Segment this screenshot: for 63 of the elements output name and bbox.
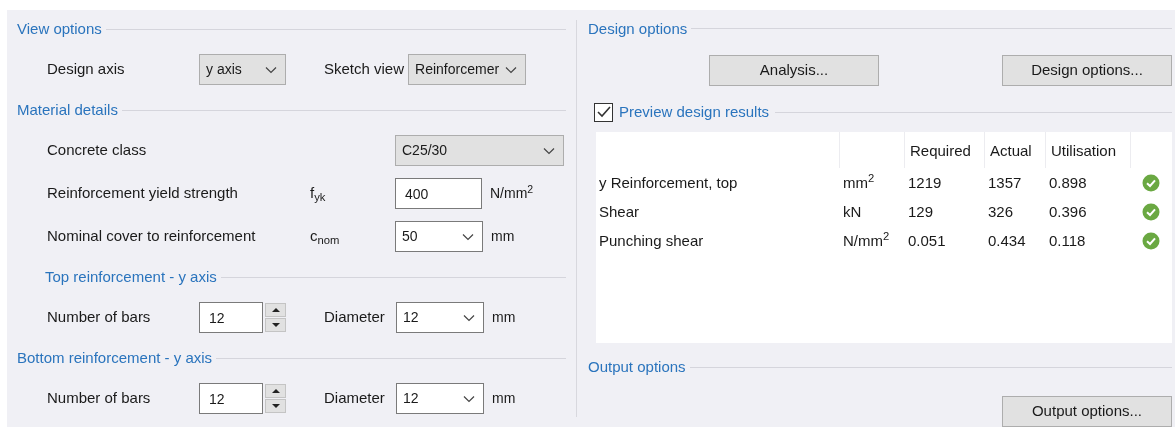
action-button[interactable]: Design options... xyxy=(1002,54,1172,86)
table-cell-text: Punching shear xyxy=(598,230,705,251)
column-header: Actual xyxy=(990,140,1032,161)
dropdown[interactable]: Reinforcemer xyxy=(408,54,527,85)
column-header: Required xyxy=(910,140,971,161)
field-label: Design axis xyxy=(47,59,126,80)
section-heading: Top reinforcement - y axis xyxy=(45,266,217,287)
chevron-down-icon xyxy=(462,232,474,241)
symbol-label: c$_{nom}$ xyxy=(310,226,341,248)
input-field[interactable]: 400 xyxy=(395,178,482,209)
action-button[interactable]: Analysis... xyxy=(709,54,879,86)
table-cell-text: N/mm$^{2}$ xyxy=(842,229,891,251)
number-field[interactable]: 12 xyxy=(199,383,263,414)
field-label: Diameter xyxy=(324,388,386,409)
chevron-down-icon xyxy=(463,394,475,403)
table-cell-text: kN xyxy=(842,201,863,222)
field-label: Nominal cover to reinforcement xyxy=(47,226,257,247)
dropdown[interactable]: 12 xyxy=(396,383,484,414)
chevron-down-icon xyxy=(505,65,518,74)
column-header: Utilisation xyxy=(1051,140,1117,161)
unit-label: mm xyxy=(492,389,516,408)
table-cell-text: 0.118 xyxy=(1048,230,1087,251)
field-label: Concrete class xyxy=(47,140,148,161)
section-heading: Design options xyxy=(588,18,688,39)
dropdown[interactable]: C25/30 xyxy=(395,135,564,166)
chevron-down-icon xyxy=(265,65,277,74)
spin-up-button[interactable] xyxy=(265,384,286,398)
dropdown[interactable]: 12 xyxy=(396,302,484,333)
spin-down-button[interactable] xyxy=(265,399,286,413)
table-cell-text: y Reinforcement, top xyxy=(598,172,739,193)
table-cell-text: 1357 xyxy=(987,172,1023,193)
chevron-down-icon xyxy=(463,313,475,322)
field-label: Number of bars xyxy=(47,307,152,328)
dropdown[interactable]: y axis xyxy=(199,54,286,85)
field-label: Diameter xyxy=(324,307,386,328)
table-cell-text: 129 xyxy=(907,201,935,222)
table-cell-text: 0.898 xyxy=(1048,172,1088,193)
checkbox-label[interactable]: Preview design results xyxy=(619,101,770,124)
field-label: Number of bars xyxy=(47,388,152,409)
unit-label: N/mm$^{2}$ xyxy=(490,183,534,203)
section-heading: Output options xyxy=(588,356,686,377)
table-cell-text: Shear xyxy=(598,201,641,222)
spin-up-button[interactable] xyxy=(265,303,286,317)
checkbox[interactable] xyxy=(594,102,613,122)
field-label: Sketch view xyxy=(324,59,406,80)
table-cell-text: 0.396 xyxy=(1048,201,1088,222)
table-cell-text: 326 xyxy=(987,201,1015,222)
section-heading: Bottom reinforcement - y axis xyxy=(17,347,213,368)
field-label: Reinforcement yield strength xyxy=(47,183,239,204)
section-heading: View options xyxy=(17,18,102,39)
section-heading: Material details xyxy=(17,99,118,120)
spin-down-button[interactable] xyxy=(265,318,286,332)
unit-label: mm xyxy=(492,308,516,327)
action-button[interactable]: Output options... xyxy=(1002,396,1172,427)
number-field[interactable]: 12 xyxy=(199,302,263,333)
dropdown[interactable]: 50 xyxy=(395,221,483,252)
table-cell-text: mm$^{2}$ xyxy=(842,171,876,193)
unit-label: mm xyxy=(491,227,515,246)
table-cell-text: 1219 xyxy=(907,172,943,193)
chevron-down-icon xyxy=(543,146,555,155)
table-cell-text: 0.434 xyxy=(987,230,1027,251)
table-cell-text: 0.051 xyxy=(907,230,947,251)
symbol-label: f$_{yk}$ xyxy=(310,183,327,205)
